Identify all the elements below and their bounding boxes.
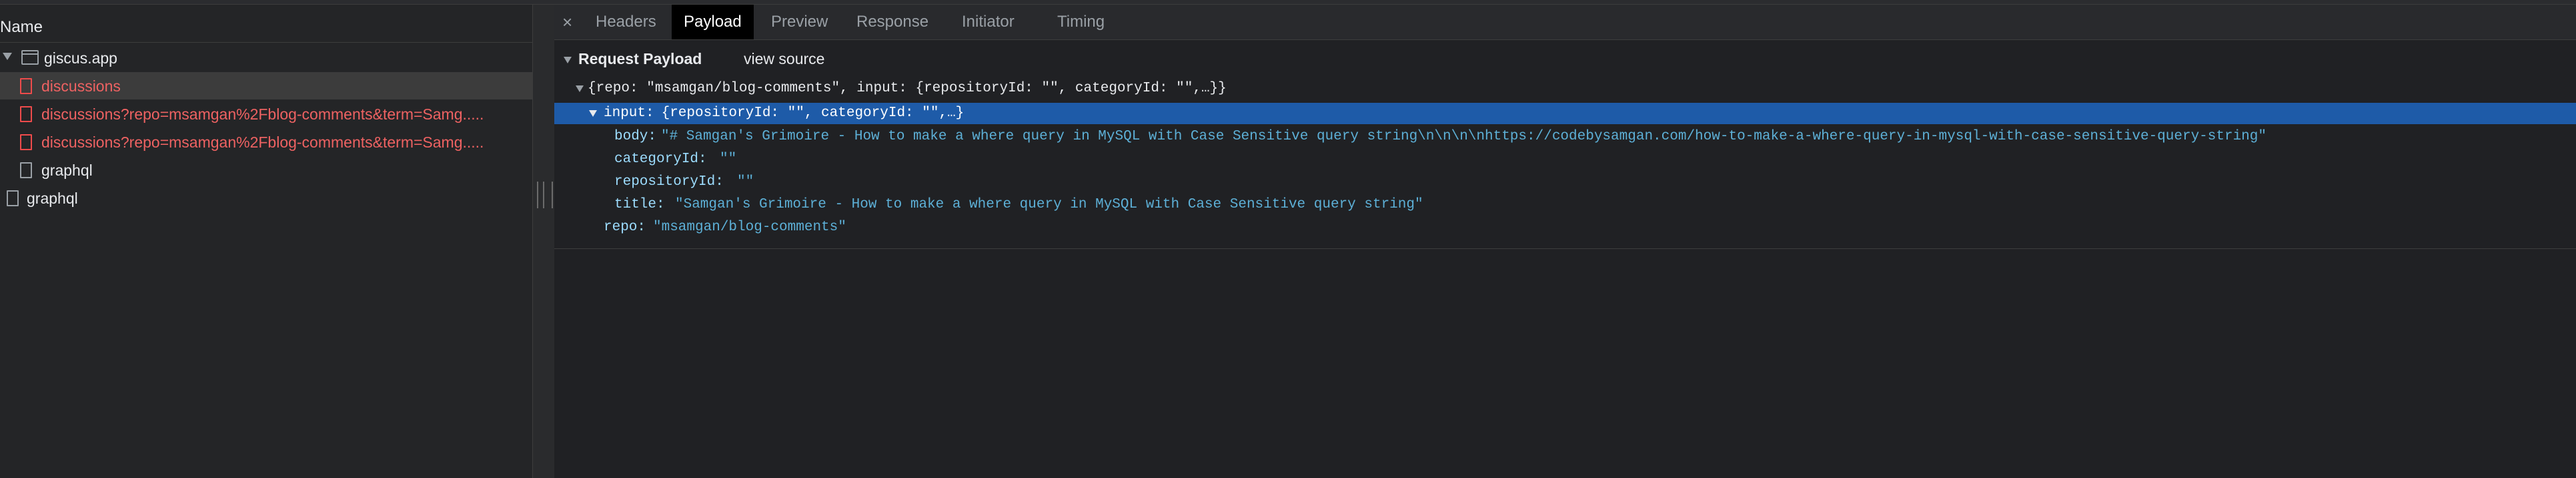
field-key: repo: xyxy=(604,220,646,235)
payload-field-body[interactable]: body: "# Samgan's Grimoire - How to make… xyxy=(554,126,2576,148)
resize-grip-icon[interactable] xyxy=(537,182,553,208)
name-column-label: Name xyxy=(0,18,43,36)
field-key: body: xyxy=(614,129,657,144)
section-title: Request Payload xyxy=(578,50,702,67)
list-item-discussions-query-1[interactable]: discussions?repo=msamgan%2Fblog-comments… xyxy=(0,100,532,128)
field-value: "" xyxy=(737,174,754,190)
section-divider xyxy=(554,248,2576,249)
field-key: categoryId: xyxy=(614,152,707,167)
input-key: input: xyxy=(604,105,654,121)
tab-response[interactable]: Response xyxy=(844,5,940,39)
payload-field-repositoryid[interactable]: repositoryId: "" xyxy=(554,172,2576,193)
request-payload-header[interactable]: Request Payload xyxy=(564,50,702,68)
tab-payload[interactable]: Payload xyxy=(672,5,754,39)
network-request-list: Name giscus.app discussions discussions?… xyxy=(0,5,532,478)
frame-icon xyxy=(21,50,39,65)
payload-field-title[interactable]: title: "Samgan's Grimoire - How to make … xyxy=(554,194,2576,216)
field-value: "" xyxy=(720,152,737,167)
payload-root-summary: {repo: "msamgan/blog-comments", input: {… xyxy=(588,81,1227,96)
list-item-graphql[interactable]: graphql xyxy=(0,184,532,212)
field-value: "Samgan's Grimoire - How to make a where… xyxy=(675,197,1423,212)
details-tab-bar: × Headers Payload Preview Response Initi… xyxy=(554,5,2576,40)
payload-field-categoryid[interactable]: categoryId: "" xyxy=(554,149,2576,170)
name-column-header[interactable]: Name xyxy=(0,13,532,43)
document-icon xyxy=(20,162,32,178)
window-top-border xyxy=(0,0,2576,5)
payload-field-repo[interactable]: repo: "msamgan/blog-comments" xyxy=(554,217,2576,238)
expand-triangle-icon[interactable] xyxy=(589,110,597,117)
list-item-label: discussions?repo=msamgan%2Fblog-comments… xyxy=(41,105,484,123)
panel-splitter[interactable] xyxy=(532,5,555,478)
expand-triangle-icon[interactable] xyxy=(3,53,12,60)
close-icon[interactable]: × xyxy=(562,12,572,33)
document-error-icon xyxy=(20,78,32,94)
tab-headers[interactable]: Headers xyxy=(584,5,668,39)
list-item-label: discussions?repo=msamgan%2Fblog-comments… xyxy=(41,134,484,151)
document-error-icon xyxy=(20,106,32,122)
list-item-label: graphql xyxy=(27,190,78,207)
tab-initiator[interactable]: Initiator xyxy=(950,5,1027,39)
collapse-triangle-icon[interactable] xyxy=(564,56,572,63)
tab-timing[interactable]: Timing xyxy=(1045,5,1117,39)
document-icon xyxy=(7,190,19,206)
list-item-giscus-frame[interactable]: giscus.app xyxy=(0,44,532,71)
request-details-panel: × Headers Payload Preview Response Initi… xyxy=(554,5,2576,478)
tab-preview[interactable]: Preview xyxy=(759,5,840,39)
field-key: repositoryId: xyxy=(614,174,724,190)
list-item-label: discussions xyxy=(41,77,121,95)
view-source-link[interactable]: view source xyxy=(744,50,824,68)
input-summary: {repositoryId: "", categoryId: "",…} xyxy=(653,105,964,121)
list-item-label: giscus.app xyxy=(44,49,117,67)
document-error-icon xyxy=(20,134,32,150)
field-value: "# Samgan's Grimoire - How to make a whe… xyxy=(661,129,2267,144)
field-key: title: xyxy=(614,197,665,212)
field-value: "msamgan/blog-comments" xyxy=(653,220,846,235)
payload-input-row[interactable]: input: {repositoryId: "", categoryId: ""… xyxy=(554,103,2576,124)
list-item-discussions-query-2[interactable]: discussions?repo=msamgan%2Fblog-comments… xyxy=(0,128,532,156)
payload-root-row[interactable]: {repo: "msamgan/blog-comments", input: {… xyxy=(554,78,2576,99)
expand-triangle-icon[interactable] xyxy=(576,85,584,92)
list-item-graphql-nested[interactable]: graphql xyxy=(0,156,532,184)
list-item-label: graphql xyxy=(41,162,93,179)
list-item-discussions-selected[interactable]: discussions xyxy=(0,72,532,99)
